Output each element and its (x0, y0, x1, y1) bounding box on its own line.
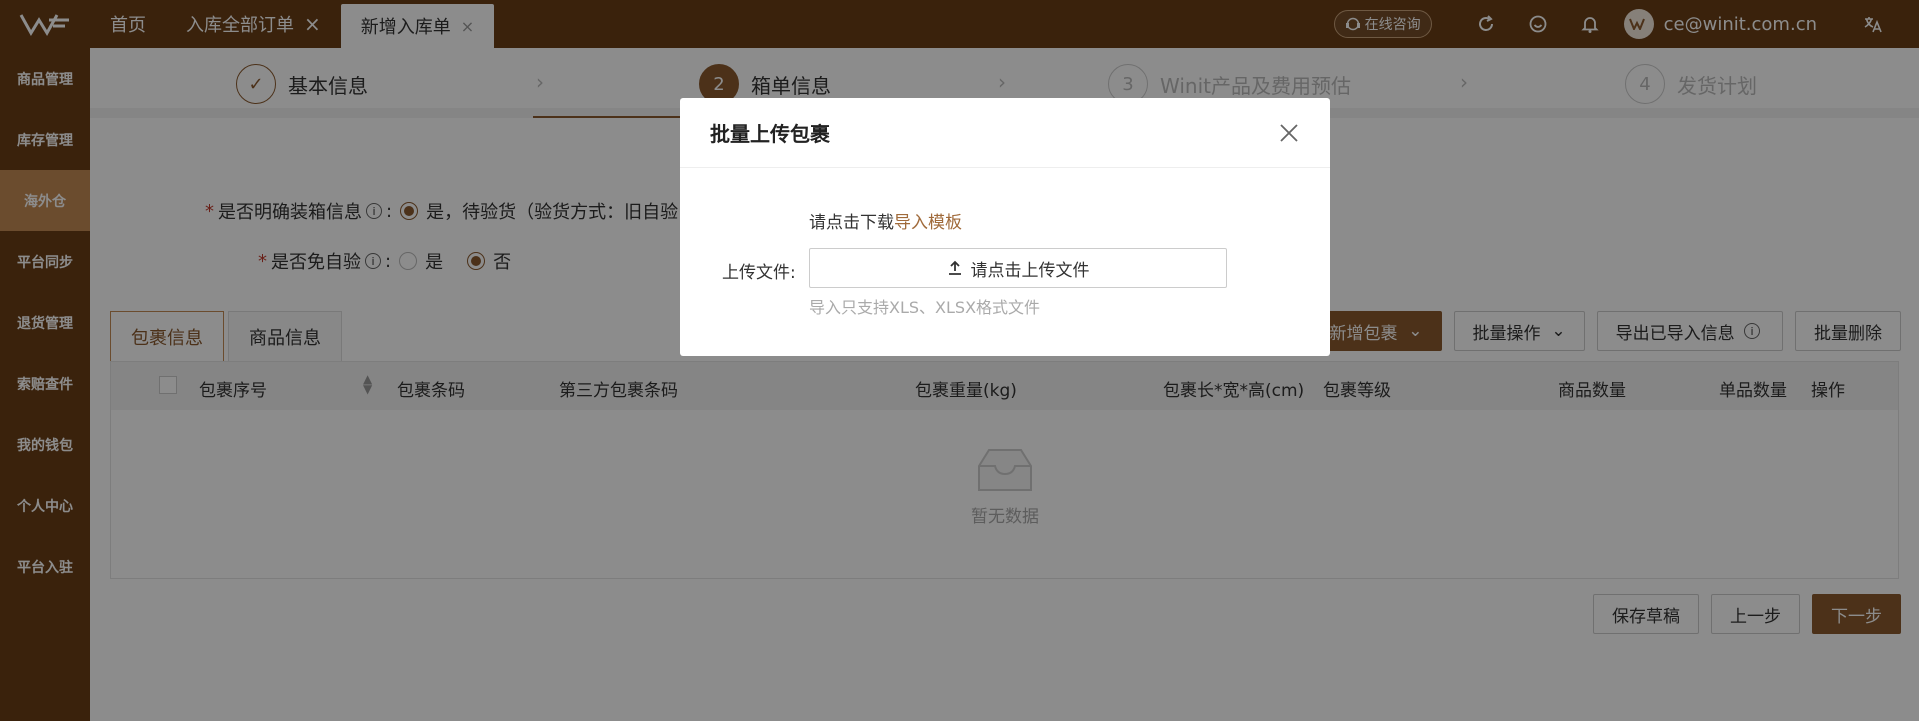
upload-icon (948, 260, 961, 275)
batch-upload-modal: 批量上传包裹 请点击下载导入模板 上传文件: 请点击上传文件 导入只支持XLS、… (680, 98, 1330, 356)
button-label: 请点击上传文件 (970, 260, 1090, 281)
close-icon[interactable] (1278, 122, 1300, 144)
hint-text: 请点击下载 (809, 213, 894, 233)
format-note: 导入只支持XLS、XLSX格式文件 (809, 298, 1041, 317)
download-hint: 请点击下载导入模板 (809, 208, 962, 233)
modal-header: 批量上传包裹 (680, 98, 1330, 168)
upload-label: 上传文件: (722, 263, 796, 283)
modal-title: 批量上传包裹 (710, 122, 830, 146)
upload-file-button[interactable]: 请点击上传文件 (809, 248, 1227, 288)
download-template-link[interactable]: 导入模板 (894, 213, 962, 233)
